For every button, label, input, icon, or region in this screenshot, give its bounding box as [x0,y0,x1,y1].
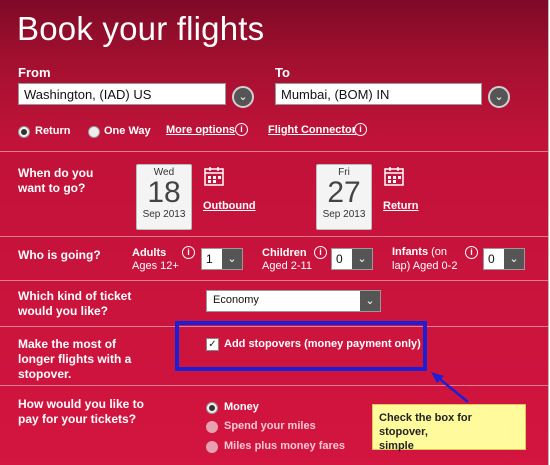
pay-label: How would you like to pay for your ticke… [18,397,144,427]
pay-miles-radio[interactable] [206,421,218,433]
info-icon[interactable]: i [182,246,195,259]
when-label: When do you want to go? [18,166,93,196]
to-dropdown-button[interactable]: ⌄ [488,86,510,108]
infants-label: Infants [392,246,429,258]
infants-label-suffix: (on [428,246,448,258]
info-icon[interactable]: i [465,246,478,259]
pay-option-miles-money: Miles plus money fares [224,440,346,452]
return-date-card[interactable]: Fri 27 Sep 2013 [316,164,372,230]
ticket-label-line1: Which kind of ticket [18,289,132,303]
flight-connector-link[interactable]: Flight Connector [268,124,356,136]
pay-money-radio[interactable] [206,402,218,414]
stopover-label-line2: longer flights with a [18,352,132,366]
outbound-date-card[interactable]: Wed 18 Sep 2013 [136,164,192,230]
chevron-down-icon: ⌄ [494,91,504,103]
divider [0,151,548,152]
annotation-note: Check the box for stopover, simple [372,404,526,452]
chevron-down-icon: ⌄ [238,91,248,103]
infants-value: 0 [488,252,495,266]
booking-panel: Book your flights From Washington, (IAD)… [0,0,549,465]
return-date: 27 [327,176,361,209]
outbound-month: Sep 2013 [142,209,186,220]
calendar-icon[interactable] [204,166,224,186]
ticket-class-select[interactable]: Economy ⌄ [206,290,381,312]
adults-select[interactable]: 1 ⌄ [201,248,243,270]
info-icon[interactable]: i [314,246,327,259]
when-label-line2: want to go? [18,181,86,195]
info-icon[interactable]: i [235,123,248,136]
when-label-line1: When do you [18,166,94,180]
annotation-line1: Check the box for stopover, [379,412,472,438]
adults-label: Adults [132,247,167,259]
children-sub: Aged 2-11 [262,260,312,272]
return-radio[interactable] [18,126,30,138]
ticket-class-value: Economy [213,294,259,306]
children-label: Children [262,247,307,259]
infants-label-group: Infants (on [392,246,447,259]
stopover-label: Make the most of longer flights with a s… [18,337,131,382]
children-select[interactable]: 0 ⌄ [331,248,373,270]
stopover-label-line1: Make the most of [18,337,117,351]
from-label: From [18,65,51,80]
arrow-icon [431,372,469,403]
return-link[interactable]: Return [383,200,418,212]
stopover-label-line3: stopover. [18,367,72,381]
ticket-label-line2: would you like? [18,304,109,318]
who-label: Who is going? [18,248,101,262]
divider [0,280,548,281]
pay-miles-money-radio[interactable] [206,441,218,453]
oneway-radio-label: One Way [104,125,151,137]
pay-option-miles: Spend your miles [224,420,316,432]
page-title: Book your flights [17,10,265,47]
calendar-icon[interactable] [384,166,404,186]
more-options-link[interactable]: More options [166,124,235,136]
return-month: Sep 2013 [322,209,366,220]
pay-label-line1: How would you like to [18,397,144,411]
ticket-label: Which kind of ticket would you like? [18,289,131,319]
from-input[interactable]: Washington, (IAD) US [18,83,226,105]
chevron-down-icon: ⌄ [504,249,524,269]
to-label: To [275,65,290,80]
divider [0,236,548,237]
oneway-radio[interactable] [88,126,100,138]
infants-sub: lap) Aged 0-2 [392,260,458,272]
return-radio-label: Return [35,125,71,137]
pay-option-money: Money [224,401,259,413]
from-dropdown-button[interactable]: ⌄ [232,86,254,108]
highlight-box [175,321,427,371]
children-value: 0 [336,252,343,266]
info-icon[interactable]: i [354,123,367,136]
outbound-date: 18 [147,176,181,209]
infants-select[interactable]: 0 ⌄ [483,248,525,270]
chevron-down-icon: ⌄ [222,249,242,269]
outbound-link[interactable]: Outbound [203,200,256,212]
pay-label-line2: pay for your tickets? [18,412,137,426]
adults-value: 1 [206,252,213,266]
to-input[interactable]: Mumbai, (BOM) IN [275,83,482,105]
chevron-down-icon: ⌄ [352,249,372,269]
adults-sub: Ages 12+ [132,260,179,272]
annotation-line2: simple [379,440,414,452]
chevron-down-icon: ⌄ [360,291,380,311]
